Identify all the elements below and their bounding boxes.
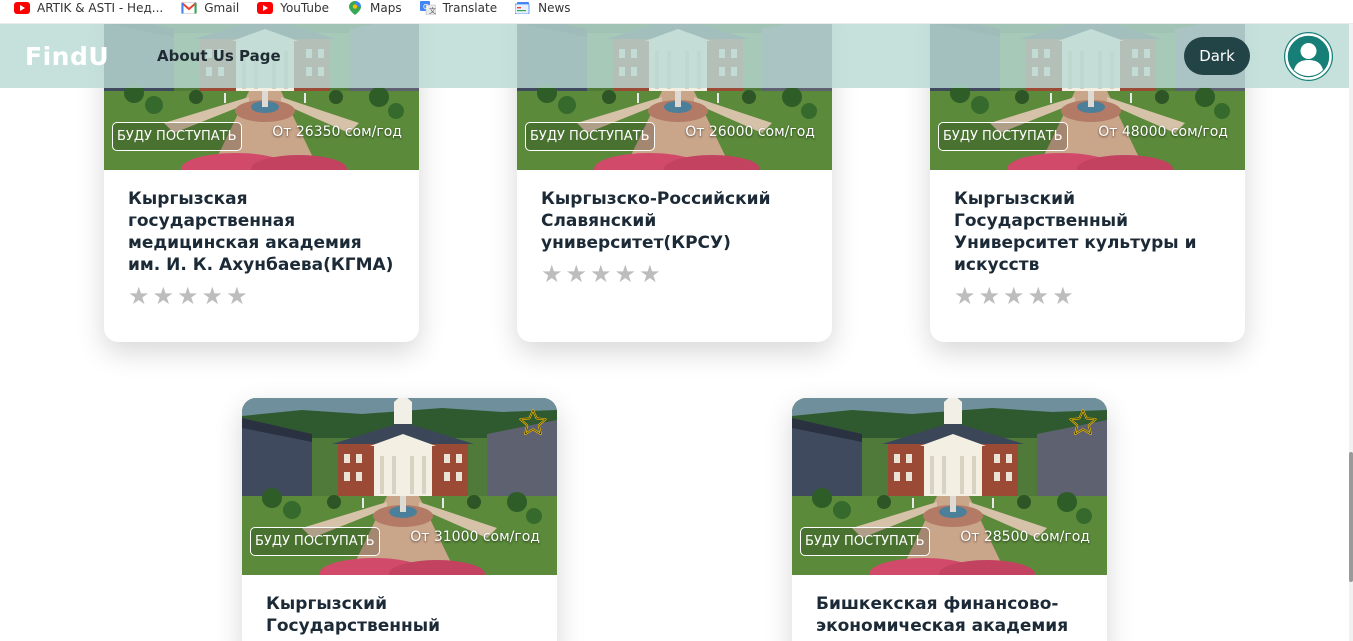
maps-icon bbox=[347, 0, 363, 15]
site-header: FindU About Us Page Dark bbox=[0, 24, 1353, 88]
price-label: От 26000 сом/год bbox=[685, 124, 815, 140]
scrollbar-thumb[interactable] bbox=[1349, 452, 1353, 582]
gmail-icon bbox=[181, 1, 198, 14]
rating-stars[interactable]: ★ ★ ★ ★ ★ bbox=[541, 262, 808, 286]
star-icon[interactable]: ★ bbox=[128, 284, 150, 308]
bookmarks-bar: ARTIK & ASTI - Нед... Gmail YouTube Maps… bbox=[0, 0, 1353, 24]
university-photo: БУДУ ПОСТУПАТЬ От 31000 сом/год bbox=[242, 398, 557, 575]
price-label: От 26350 сом/год bbox=[272, 124, 402, 140]
rating-stars[interactable]: ★ ★ ★ ★ ★ bbox=[128, 284, 395, 308]
nav-about-link[interactable]: About Us Page bbox=[157, 47, 281, 65]
bookmark-maps[interactable]: Maps bbox=[347, 0, 402, 15]
star-icon[interactable]: ★ bbox=[639, 262, 661, 286]
university-name[interactable]: Кыргызско-Российский Славянский универси… bbox=[541, 188, 808, 254]
star-icon[interactable]: ★ bbox=[202, 284, 224, 308]
university-name[interactable]: Кыргызская государственная медицинская а… bbox=[128, 188, 395, 276]
page-scrollbar[interactable] bbox=[1349, 24, 1353, 641]
bookmark-news[interactable]: News bbox=[515, 0, 571, 15]
star-icon[interactable]: ★ bbox=[1052, 284, 1074, 308]
theme-toggle-button[interactable]: Dark bbox=[1184, 37, 1250, 75]
star-icon[interactable]: ★ bbox=[1003, 284, 1025, 308]
page-viewport: БУДУ ПОСТУПАТЬ От 26350 сом/год Кыргызск… bbox=[0, 24, 1353, 641]
enroll-button[interactable]: БУДУ ПОСТУПАТЬ bbox=[525, 122, 655, 151]
star-icon[interactable]: ★ bbox=[979, 284, 1001, 308]
price-label: От 48000 сом/год bbox=[1098, 124, 1228, 140]
university-name[interactable]: Бишкекская финансово-экономическая акаде… bbox=[816, 593, 1083, 637]
enroll-button[interactable]: БУДУ ПОСТУПАТЬ bbox=[250, 527, 380, 556]
university-name[interactable]: Кыргызский Государственный bbox=[266, 593, 533, 637]
university-card[interactable]: БУДУ ПОСТУПАТЬ От 28500 сом/год Бишкекск… bbox=[792, 398, 1107, 641]
bookmark-label: Maps bbox=[370, 0, 402, 15]
star-icon[interactable]: ★ bbox=[226, 284, 248, 308]
bookmark-label: News bbox=[538, 0, 571, 15]
bookmark-label: Gmail bbox=[204, 0, 240, 15]
youtube-icon bbox=[257, 1, 274, 14]
enroll-button[interactable]: БУДУ ПОСТУПАТЬ bbox=[938, 122, 1068, 151]
star-icon[interactable]: ★ bbox=[541, 262, 563, 286]
news-icon bbox=[515, 1, 531, 14]
star-icon[interactable]: ★ bbox=[177, 284, 199, 308]
youtube-icon bbox=[14, 1, 30, 14]
svg-text:文: 文 bbox=[429, 6, 436, 15]
bookmark-translate[interactable]: G文 Translate bbox=[419, 0, 498, 15]
star-icon[interactable]: ★ bbox=[590, 262, 612, 286]
university-card[interactable]: БУДУ ПОСТУПАТЬ От 31000 сом/год Кыргызск… bbox=[242, 398, 557, 641]
bookmark-youtube[interactable]: YouTube bbox=[257, 1, 329, 15]
rating-stars[interactable]: ★ ★ ★ ★ ★ bbox=[954, 284, 1221, 308]
star-icon[interactable]: ★ bbox=[1028, 284, 1050, 308]
star-outline-icon[interactable] bbox=[1069, 408, 1097, 436]
svg-text:G: G bbox=[423, 3, 428, 11]
bookmark-artik-asti[interactable]: ARTIK & ASTI - Нед... bbox=[14, 1, 163, 15]
star-icon[interactable]: ★ bbox=[153, 284, 175, 308]
translate-icon: G文 bbox=[419, 0, 436, 15]
price-label: От 28500 сом/год bbox=[960, 529, 1090, 545]
bookmark-label: YouTube bbox=[280, 0, 330, 15]
enroll-button[interactable]: БУДУ ПОСТУПАТЬ bbox=[112, 122, 242, 151]
bookmark-gmail[interactable]: Gmail bbox=[181, 1, 239, 15]
bookmark-label: ARTIK & ASTI - Нед... bbox=[37, 0, 164, 15]
price-label: От 31000 сом/год bbox=[410, 529, 540, 545]
site-logo[interactable]: FindU bbox=[25, 42, 109, 71]
star-outline-icon[interactable] bbox=[519, 408, 547, 436]
university-photo: БУДУ ПОСТУПАТЬ От 28500 сом/год bbox=[792, 398, 1107, 575]
enroll-button[interactable]: БУДУ ПОСТУПАТЬ bbox=[800, 527, 930, 556]
university-name[interactable]: Кыргызский Государственный Университет к… bbox=[954, 188, 1221, 276]
user-icon[interactable] bbox=[1284, 32, 1333, 81]
star-icon[interactable]: ★ bbox=[954, 284, 976, 308]
star-icon[interactable]: ★ bbox=[615, 262, 637, 286]
star-icon[interactable]: ★ bbox=[566, 262, 588, 286]
bookmark-label: Translate bbox=[442, 0, 498, 15]
